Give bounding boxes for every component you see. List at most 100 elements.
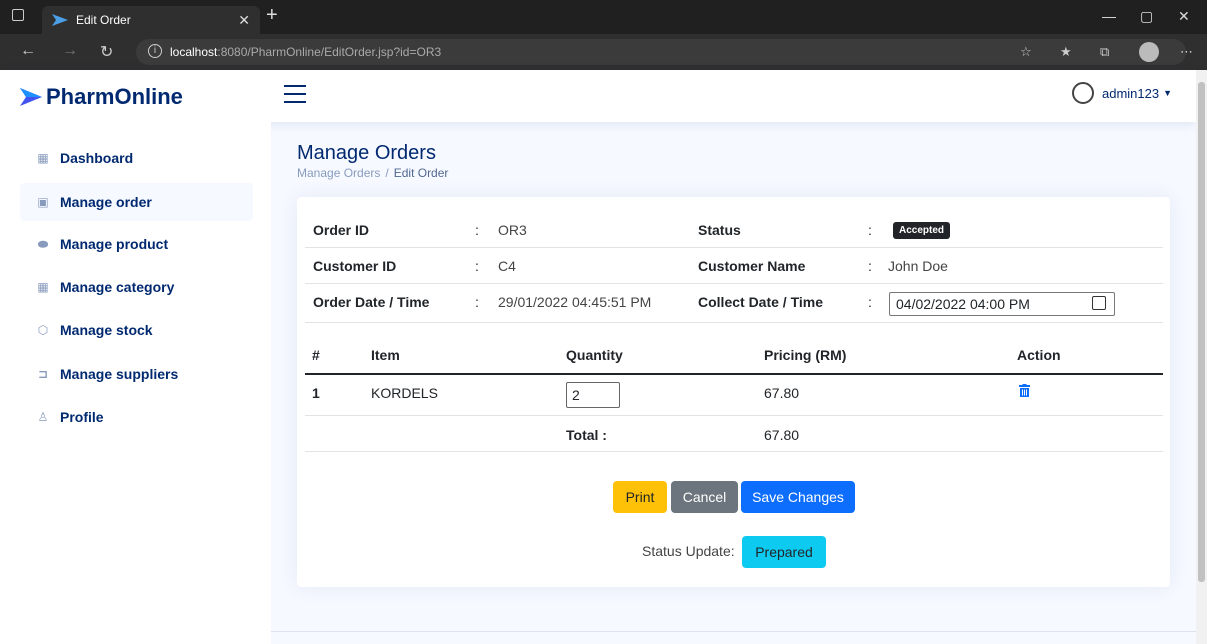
sidebar-item-dashboard[interactable]: ▦ Dashboard bbox=[20, 139, 253, 177]
breadcrumb: Manage Orders / Edit Order bbox=[297, 166, 448, 180]
collections-icon[interactable]: ⧉ bbox=[1100, 44, 1109, 60]
item-name: KORDELS bbox=[371, 385, 438, 401]
sidebar-item-manage-product[interactable]: ⬬ Manage product bbox=[20, 225, 253, 263]
username: admin123 bbox=[1102, 85, 1160, 101]
scrollbar-thumb[interactable] bbox=[1198, 82, 1205, 582]
sidebar-item-manage-category[interactable]: ▦ Manage category bbox=[20, 268, 253, 306]
order-id-value: OR3 bbox=[498, 222, 527, 238]
address-bar: ← → ↻ i localhost:8080/PharmOnline/EditO… bbox=[0, 34, 1207, 70]
breadcrumb-current: Edit Order bbox=[393, 166, 449, 180]
forward-icon[interactable]: → bbox=[62, 42, 78, 60]
trash-icon[interactable] bbox=[1019, 384, 1030, 400]
collect-date-input[interactable]: 04/02/2022 04:00 PM bbox=[889, 292, 1115, 316]
browser-profile-icon[interactable] bbox=[1139, 42, 1159, 62]
grid-icon: ▦ bbox=[37, 280, 49, 294]
order-date-value: 29/01/2022 04:45:51 PM bbox=[498, 294, 652, 310]
col-header-action: Action bbox=[1017, 347, 1061, 363]
breadcrumb-link[interactable]: Manage Orders bbox=[297, 166, 380, 180]
brand-name: PharmOnline bbox=[46, 84, 183, 109]
sidebar-item-manage-stock[interactable]: ⬡ Manage stock bbox=[20, 311, 253, 349]
colon: : bbox=[868, 222, 872, 238]
colon: : bbox=[868, 294, 872, 310]
row-divider bbox=[305, 415, 1163, 416]
customer-id-label: Customer ID bbox=[313, 258, 397, 274]
chevron-down-icon: ▼ bbox=[1163, 88, 1173, 98]
logo-icon bbox=[20, 88, 42, 106]
colon: : bbox=[475, 258, 479, 274]
avatar-icon bbox=[1072, 82, 1094, 104]
colon: : bbox=[868, 258, 872, 274]
sidebar-item-manage-order[interactable]: ▣ Manage order bbox=[20, 183, 253, 221]
status-update-label: Status Update: bbox=[642, 543, 735, 559]
tab-title: Edit Order bbox=[76, 13, 131, 27]
favorites-icon[interactable]: ★ bbox=[1060, 44, 1072, 60]
refresh-icon[interactable]: ↻ bbox=[100, 42, 113, 62]
clipboard-icon: ▣ bbox=[37, 195, 49, 209]
save-changes-button[interactable]: Save Changes bbox=[741, 481, 855, 513]
page-title: Manage Orders bbox=[297, 142, 436, 164]
sidebar-item-label: Manage suppliers bbox=[60, 366, 179, 382]
total-label: Total : bbox=[566, 427, 607, 443]
col-header-number: # bbox=[312, 347, 320, 363]
minimize-icon[interactable]: — bbox=[1102, 8, 1116, 24]
colon: : bbox=[475, 222, 479, 238]
col-header-quantity: Quantity bbox=[566, 347, 623, 363]
total-divider bbox=[305, 451, 1163, 452]
table-header-divider bbox=[305, 373, 1163, 375]
breadcrumb-separator: / bbox=[385, 166, 389, 180]
close-tab-icon[interactable]: ✕ bbox=[238, 12, 250, 29]
truck-icon: ⊐ bbox=[37, 367, 49, 381]
sidebar-item-profile[interactable]: ♙ Profile bbox=[20, 398, 253, 436]
cancel-button[interactable]: Cancel bbox=[671, 481, 738, 513]
colon: : bbox=[475, 294, 479, 310]
favicon-icon bbox=[52, 14, 68, 26]
capsule-icon: ⬬ bbox=[37, 236, 49, 251]
sidebar-item-label: Manage product bbox=[60, 236, 169, 252]
restore-icon[interactable]: ▢ bbox=[1140, 8, 1153, 25]
total-value: 67.80 bbox=[764, 427, 800, 443]
url-text[interactable]: localhost:8080/PharmOnline/EditOrder.jsp… bbox=[170, 45, 441, 59]
status-badge: Accepted bbox=[893, 222, 951, 239]
order-date-label: Order Date / Time bbox=[313, 294, 430, 310]
window-menu-icon[interactable] bbox=[12, 9, 24, 21]
detail-row-1: Order ID : OR3 Status : Accepted bbox=[305, 212, 1163, 248]
collect-date-value: 04/02/2022 04:00 PM bbox=[896, 296, 1030, 312]
collect-date-label: Collect Date / Time bbox=[698, 294, 824, 310]
order-id-label: Order ID bbox=[313, 222, 370, 238]
sidebar-item-label: Manage category bbox=[60, 279, 175, 295]
site-info-icon[interactable]: i bbox=[148, 44, 162, 58]
sidebar-item-label: Manage order bbox=[60, 194, 152, 210]
status-update-button[interactable]: Prepared bbox=[742, 536, 826, 568]
item-pricing: 67.80 bbox=[764, 385, 800, 401]
brand-logo[interactable]: PharmOnline bbox=[20, 84, 183, 110]
person-icon: ♙ bbox=[37, 410, 49, 424]
close-window-icon[interactable]: ✕ bbox=[1178, 8, 1190, 25]
sidebar-item-manage-suppliers[interactable]: ⊐ Manage suppliers bbox=[20, 355, 253, 393]
print-button[interactable]: Print bbox=[613, 481, 667, 513]
col-header-item: Item bbox=[371, 347, 400, 363]
sidebar-item-label: Dashboard bbox=[60, 150, 134, 166]
customer-id-value: C4 bbox=[498, 258, 516, 274]
customer-name-label: Customer Name bbox=[698, 258, 806, 274]
sidebar-item-label: Profile bbox=[60, 409, 104, 425]
page-header: PharmOnline admin123 ▼ bbox=[0, 70, 1196, 122]
quantity-input[interactable]: 2 bbox=[566, 382, 620, 408]
browser-tab[interactable]: Edit Order ✕ bbox=[42, 6, 260, 34]
new-tab-icon[interactable]: + bbox=[266, 5, 278, 25]
user-menu[interactable]: admin123 ▼ bbox=[1072, 82, 1172, 104]
footer-divider bbox=[271, 631, 1196, 632]
browser-titlebar: Edit Order ✕ + — ▢ ✕ bbox=[0, 0, 1207, 34]
grid-icon: ▦ bbox=[37, 151, 49, 165]
more-icon[interactable]: ⋯ bbox=[1180, 44, 1193, 60]
favorite-add-icon[interactable]: ☆ bbox=[1020, 44, 1032, 60]
customer-name-value: John Doe bbox=[888, 258, 948, 274]
detail-row-2: Customer ID : C4 Customer Name : John Do… bbox=[305, 248, 1163, 284]
status-label: Status bbox=[698, 222, 741, 238]
calendar-icon[interactable] bbox=[1092, 296, 1106, 310]
back-icon[interactable]: ← bbox=[20, 42, 36, 60]
row-number: 1 bbox=[312, 385, 320, 401]
col-header-pricing: Pricing (RM) bbox=[764, 347, 847, 363]
menu-toggle-icon[interactable] bbox=[284, 85, 306, 105]
box-icon: ⬡ bbox=[37, 323, 49, 337]
sidebar-item-label: Manage stock bbox=[60, 322, 153, 338]
